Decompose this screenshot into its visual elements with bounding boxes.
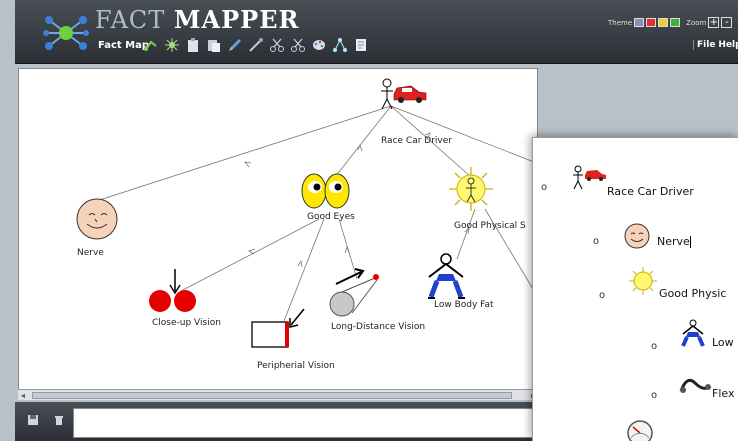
zoom-in-button[interactable]: + [708,17,720,28]
theme-zoom-controls: Theme Zoom + - [608,17,733,28]
theme-swatch-yellow[interactable] [658,18,669,27]
low-body-fat-icon[interactable] [428,253,465,299]
arrow-marker [344,245,350,254]
add-link-icon[interactable] [143,37,159,53]
node-label-nerve: Nerve [77,248,104,258]
paste-icon[interactable] [206,37,222,53]
document-icon[interactable] [353,37,369,53]
long-distance-vision-icon[interactable] [329,268,379,317]
horizontal-scrollbar[interactable]: ◂ ▸ [18,389,538,400]
low-body-fat-small-icon [681,319,705,347]
theme-swatch-green[interactable] [670,18,681,27]
zoom-out-button[interactable]: - [721,17,733,28]
node-label-long-distance-vision: Long-Distance Vision [331,322,426,332]
node-label-race-car-driver: Race Car Driver [381,136,452,146]
link-driver-offscreen [390,105,537,164]
good-physical-sun-icon[interactable] [449,167,493,211]
flexibility-small-icon [679,378,711,393]
wand-icon[interactable] [248,37,264,53]
race-car-driver-icon[interactable] [381,78,427,110]
mode-label: Fact Map [98,40,150,51]
menu-help[interactable]: Help [718,40,738,50]
logo-icon [43,16,89,50]
arrow-marker [297,259,303,268]
hierarchy-icon[interactable] [332,37,348,53]
cut-link-icon[interactable] [290,37,306,53]
save-icon[interactable] [27,414,39,426]
pencil-icon[interactable] [227,37,243,53]
node-label-good-eyes: Good Eyes [307,212,355,222]
node-label-low-body-fat: Low Body Fat [434,300,494,310]
outline-bullet: o [651,390,658,401]
clipboard-icon[interactable] [185,37,201,53]
nerve-face-icon[interactable] [76,198,118,240]
map-drawing [76,78,537,348]
outline-bullet: o [541,182,548,193]
app-title: FACT MAPPER [95,5,299,34]
bottom-toolbar [15,402,538,441]
outline-bullet: o [651,341,658,352]
outline-panel: o Race Car Driver o Nerve o Good Physic … [532,137,738,441]
arrow-marker [244,161,252,168]
scroll-thumb[interactable] [32,392,512,399]
scroll-left-icon[interactable]: ◂ [21,391,25,400]
node-label-peripheral-vision: Peripherial Vision [257,361,335,371]
close-up-vision-icon[interactable] [149,269,196,312]
outline-bullet: o [593,236,600,247]
outline-bullet: o [599,290,606,301]
outline-item-low[interactable]: Low [712,336,734,349]
outline-item-nerve[interactable]: Nerve [657,235,691,248]
zoom-label: Zoom [686,18,707,27]
good-eyes-icon[interactable] [301,173,350,209]
scissors-icon[interactable] [269,37,285,53]
header-bar: FACT MAPPER Fact Map Theme Zoom + - File… [15,0,738,64]
outline-item-flex[interactable]: Flex [712,387,734,400]
theme-swatch-purple[interactable] [634,18,645,27]
gauge-small-icon [627,420,653,441]
menu-bar: File Help [693,40,738,50]
app-window: FACT MAPPER Fact Map Theme Zoom + - File… [0,0,738,441]
node-label-good-physical: Good Physical S [454,221,526,231]
palette-icon[interactable] [311,37,327,53]
app-title-part2: MAPPER [173,5,300,34]
node-label-close-up-vision: Close-up Vision [152,318,221,328]
race-car-driver-small-icon [573,165,606,190]
menu-file[interactable]: File [693,40,715,50]
link-eyes-closeup [180,218,320,292]
peripheral-vision-icon[interactable] [251,308,305,348]
trash-icon[interactable] [53,414,65,426]
nerve-small-icon [624,223,650,249]
outline-item-nerve-text: Nerve [657,235,690,248]
note-input[interactable] [73,408,538,438]
theme-label: Theme [608,18,633,27]
outline-item-good-physical[interactable]: Good Physic [659,287,726,300]
good-physical-small-icon [629,267,657,295]
outline-item-race-car-driver[interactable]: Race Car Driver [607,185,694,198]
link-physical-bodyfat [456,208,476,260]
sparkle-icon[interactable] [164,37,180,53]
theme-swatch-red[interactable] [646,18,657,27]
text-caret [689,236,691,248]
map-canvas[interactable]: Race Car Driver Nerve Good Eyes Good Phy… [18,68,538,400]
arrow-marker [357,143,363,152]
app-title-part1: FACT [95,6,166,34]
